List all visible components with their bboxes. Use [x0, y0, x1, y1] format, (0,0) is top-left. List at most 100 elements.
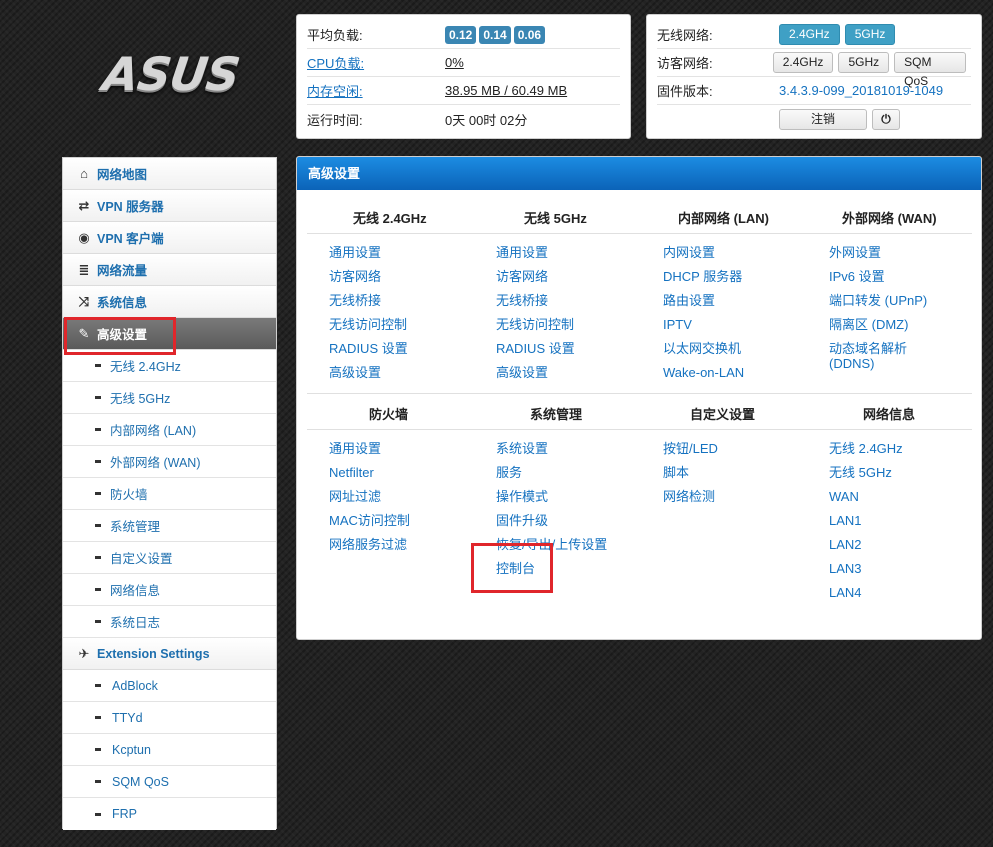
- bullet-icon: [95, 620, 101, 623]
- link-item[interactable]: Netfilter: [329, 461, 410, 485]
- retweet-icon: ⇄: [78, 197, 90, 213]
- divider: [307, 233, 972, 234]
- sidebar-item-traffic[interactable]: ≣ 网络流量: [63, 254, 276, 286]
- guest-24-button[interactable]: 2.4GHz: [772, 52, 834, 73]
- load-badge-15: 0.06: [513, 25, 546, 44]
- link-item[interactable]: 以太网交换机: [663, 337, 744, 361]
- link-item[interactable]: DHCP 服务器: [663, 265, 744, 289]
- bullet-icon: [95, 460, 101, 463]
- link-item[interactable]: RADIUS 设置: [329, 337, 408, 361]
- load-label: 平均负载:: [307, 28, 363, 43]
- link-item[interactable]: 无线 5GHz: [829, 461, 903, 485]
- link-item[interactable]: 端口转发 (UPnP): [829, 289, 927, 313]
- guest-5-button[interactable]: 5GHz: [838, 52, 890, 73]
- sidebar-sub-kcptun[interactable]: Kcptun: [63, 734, 276, 766]
- sidebar-sub-ttyd[interactable]: TTYd: [63, 702, 276, 734]
- link-item[interactable]: 无线桥接: [329, 289, 408, 313]
- link-item[interactable]: 无线访问控制: [329, 313, 408, 337]
- sidebar-sub-system-log[interactable]: 系统日志: [63, 606, 276, 638]
- firmware-label: 固件版本:: [657, 84, 713, 99]
- link-item[interactable]: 内网设置: [663, 241, 744, 265]
- col-firewall: 通用设置 Netfilter 网址过滤 MAC访问控制 网络服务过滤: [329, 437, 410, 557]
- sidebar-item-vpn-client[interactable]: ◉ VPN 客户端: [63, 222, 276, 254]
- link-item[interactable]: IPTV: [663, 313, 744, 337]
- bullet-icon: [95, 524, 101, 527]
- link-item[interactable]: 按钮/LED: [663, 437, 718, 461]
- link-item[interactable]: RADIUS 设置: [496, 337, 575, 361]
- uptime-value: 0天 00时 02分: [445, 112, 528, 128]
- wireless-panel: 无线网络: 2.4GHz 5GHz 访客网络: 2.4GHz 5GHz SQM …: [646, 14, 982, 139]
- sidebar-sub-network-info[interactable]: 网络信息: [63, 574, 276, 606]
- link-item[interactable]: 通用设置: [496, 241, 575, 265]
- wifi-5-button[interactable]: 5GHz: [844, 24, 896, 45]
- logout-button[interactable]: 注销: [779, 108, 867, 130]
- sidebar-sub-label: 内部网络 (LAN): [110, 424, 197, 438]
- link-item[interactable]: LAN1: [829, 509, 903, 533]
- link-item[interactable]: 服务: [496, 461, 607, 485]
- sidebar-sub-frp[interactable]: FRP: [63, 798, 276, 830]
- wifi-row: 无线网络: 2.4GHz 5GHz: [657, 21, 971, 49]
- wifi-24-button[interactable]: 2.4GHz: [779, 24, 840, 45]
- link-item[interactable]: 无线 2.4GHz: [829, 437, 903, 461]
- link-item[interactable]: 操作模式: [496, 485, 607, 509]
- link-item[interactable]: 系统设置: [496, 437, 607, 461]
- link-item[interactable]: 无线桥接: [496, 289, 575, 313]
- link-item[interactable]: MAC访问控制: [329, 509, 410, 533]
- link-item[interactable]: WAN: [829, 485, 903, 509]
- load-badge-5: 0.14: [479, 25, 511, 44]
- link-item[interactable]: 通用设置: [329, 437, 410, 461]
- link-item[interactable]: 访客网络: [496, 265, 575, 289]
- mem-link[interactable]: 内存空闲:: [307, 81, 445, 100]
- sidebar-sub-sqm-qos[interactable]: SQM QoS: [63, 766, 276, 798]
- link-item[interactable]: 脚本: [663, 461, 718, 485]
- firmware-link[interactable]: 3.4.3.9-099_20181019-1049: [779, 83, 943, 98]
- sidebar-sub-custom[interactable]: 自定义设置: [63, 542, 276, 574]
- link-item[interactable]: 固件升级: [496, 509, 607, 533]
- sidebar-item-system-info[interactable]: ⤨ 系统信息: [63, 286, 276, 318]
- link-item[interactable]: 网址过滤: [329, 485, 410, 509]
- sidebar-sub-label: 系统管理: [110, 520, 161, 534]
- link-item[interactable]: 隔离区 (DMZ): [829, 313, 927, 337]
- link-item[interactable]: 网络检测: [663, 485, 718, 509]
- link-item[interactable]: 高级设置: [496, 361, 575, 385]
- asus-logo: ASUS: [99, 47, 243, 101]
- link-item[interactable]: 通用设置: [329, 241, 408, 265]
- sidebar-sub-wireless-5[interactable]: 无线 5GHz: [63, 382, 276, 414]
- link-item[interactable]: Wake-on-LAN: [663, 361, 744, 385]
- sidebar-sub-system-admin[interactable]: 系统管理: [63, 510, 276, 542]
- sidebar-sub-firewall[interactable]: 防火墙: [63, 478, 276, 510]
- sidebar-item-label: VPN 客户端: [97, 232, 164, 246]
- bullet-icon: [95, 492, 101, 495]
- link-item[interactable]: 外网设置: [829, 241, 927, 265]
- header-network-info: 网络信息: [863, 407, 916, 422]
- sidebar-item-vpn-server[interactable]: ⇄ VPN 服务器: [63, 190, 276, 222]
- load-row: 平均负载: 0.12 0.14 0.06: [307, 21, 620, 49]
- link-item[interactable]: 无线访问控制: [496, 313, 575, 337]
- link-item[interactable]: IPv6 设置: [829, 265, 927, 289]
- link-item[interactable]: LAN2: [829, 533, 903, 557]
- link-item[interactable]: 网络服务过滤: [329, 533, 410, 557]
- sidebar-sub-lan[interactable]: 内部网络 (LAN): [63, 414, 276, 446]
- header-system-admin: 系统管理: [530, 407, 583, 422]
- link-item[interactable]: 高级设置: [329, 361, 408, 385]
- sidebar-item-extension-settings[interactable]: ✈ Extension Settings: [63, 638, 276, 670]
- sidebar-item-label: Extension Settings: [97, 646, 210, 661]
- cpu-link[interactable]: CPU负载:: [307, 53, 445, 72]
- header-wireless-24: 无线 2.4GHz: [353, 211, 427, 226]
- power-icon[interactable]: ⏻: [872, 108, 900, 130]
- sidebar-sub-label: AdBlock: [112, 678, 158, 693]
- cpu-value: 0%: [445, 55, 464, 70]
- link-item[interactable]: LAN4: [829, 581, 903, 605]
- sqm-qos-button[interactable]: SQM QoS: [894, 52, 966, 88]
- link-item[interactable]: 路由设置: [663, 289, 744, 313]
- guest-row: 访客网络: 2.4GHz 5GHz SQM QoS: [657, 49, 971, 88]
- sidebar-item-label: 网络地图: [97, 168, 148, 182]
- sidebar-sub-label: 自定义设置: [110, 552, 173, 566]
- link-item[interactable]: LAN3: [829, 557, 903, 581]
- col-custom: 按钮/LED 脚本 网络检测: [663, 437, 718, 509]
- sidebar-sub-wan[interactable]: 外部网络 (WAN): [63, 446, 276, 478]
- link-item[interactable]: 访客网络: [329, 265, 408, 289]
- sidebar-sub-adblock[interactable]: AdBlock: [63, 670, 276, 702]
- sidebar-sub-label: 防火墙: [110, 488, 148, 502]
- sidebar-item-network-map[interactable]: ⌂ 网络地图: [63, 158, 276, 190]
